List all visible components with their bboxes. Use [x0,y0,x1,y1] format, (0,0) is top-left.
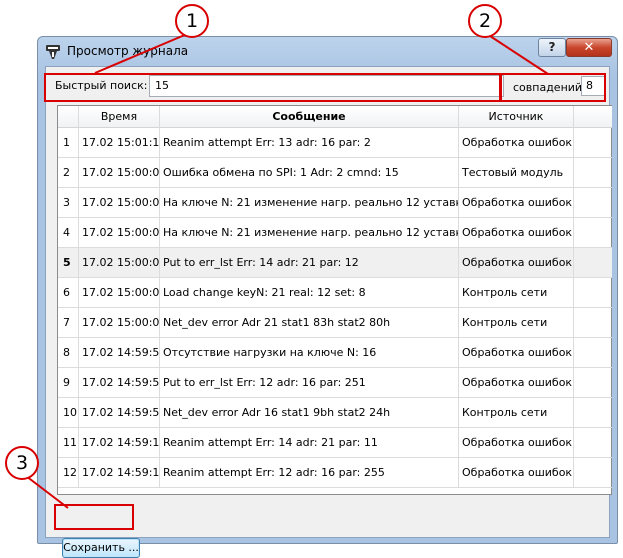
callout-1-marker: 1 [175,4,209,38]
callout-3-marker: 3 [5,446,39,480]
callout-3-leader [25,475,69,509]
callout-leader-lines [25,33,549,509]
callout-2-marker: 2 [468,4,502,38]
callout-1-leader [94,33,188,74]
callout-2-leader [486,33,549,75]
